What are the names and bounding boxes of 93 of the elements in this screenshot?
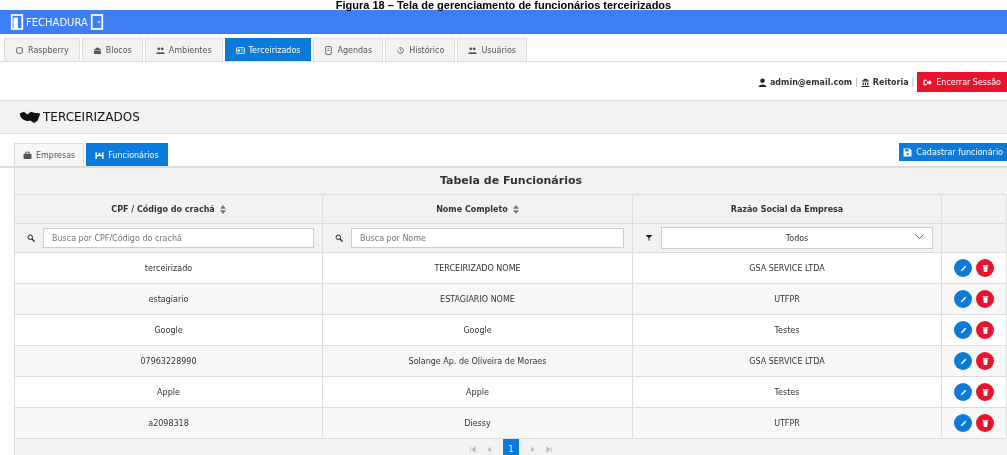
- separator: |: [855, 77, 858, 87]
- table-cell: terceirizado: [15, 253, 323, 284]
- sub-tab[interactable]: Funcionários: [86, 143, 168, 166]
- table-cell: Google: [15, 315, 323, 346]
- id-card-icon: [235, 45, 245, 55]
- door-icon: [89, 14, 104, 30]
- chevron-down-icon: [915, 234, 924, 240]
- trash-icon: [980, 325, 990, 335]
- pencil-icon: [958, 263, 968, 273]
- page-title: TERCEIRIZADOS: [43, 110, 140, 124]
- column-header[interactable]: Nome Completo: [323, 195, 633, 224]
- search-field[interactable]: Busca por Nome: [351, 228, 624, 248]
- pencil-icon: [958, 294, 968, 304]
- figure-caption: Figura 18 – Tela de gerenciamento de funcionários terceirizados: [334, 0, 673, 10]
- trash-icon: [980, 263, 990, 273]
- save-icon: [903, 147, 913, 157]
- nav-tab[interactable]: Terceirizados: [224, 38, 312, 61]
- delete-button[interactable]: [976, 352, 994, 370]
- nav-tab[interactable]: Blocos: [81, 38, 143, 61]
- trash-icon: [980, 294, 990, 304]
- first-page-icon: [469, 445, 476, 453]
- delete-button[interactable]: [976, 290, 994, 308]
- table-cell: UTFPR: [633, 284, 942, 315]
- table-cell: a2098318: [15, 408, 323, 439]
- company-select[interactable]: Todos: [661, 227, 933, 249]
- delete-button[interactable]: [976, 383, 994, 401]
- pencil-icon: [958, 418, 968, 428]
- building-icon: [92, 45, 102, 55]
- sort-icon: [219, 204, 226, 214]
- table-cell: 07963228990: [15, 346, 323, 377]
- table-cell: TERCEIRIZADO NOME: [323, 253, 633, 284]
- worker-icon: [95, 150, 105, 160]
- table-cell: Testes: [633, 377, 942, 408]
- edit-button[interactable]: [954, 352, 972, 370]
- filter-icon: [645, 234, 653, 242]
- nav-tab[interactable]: Agendas: [313, 38, 384, 61]
- people-icon: [155, 45, 165, 55]
- logout-button[interactable]: Encerrar Sessão: [917, 72, 1007, 92]
- institution-icon: [860, 77, 870, 87]
- search-field[interactable]: Busca por CPF/Código do crachá: [43, 228, 314, 248]
- table-cell: Solange Ap. de Oliveira de Moraes: [323, 346, 633, 377]
- table-cell: Apple: [15, 377, 323, 408]
- nav-tab[interactable]: Ambientes: [144, 38, 223, 61]
- page-button[interactable]: 1: [503, 439, 519, 455]
- delete-button[interactable]: [976, 321, 994, 339]
- separator: |: [911, 77, 915, 87]
- pencil-icon: [958, 325, 968, 335]
- sub-tab[interactable]: Empresas: [14, 143, 85, 166]
- table-cell: Google: [323, 315, 633, 346]
- trash-icon: [980, 356, 990, 366]
- door-icon: [10, 14, 24, 30]
- nav-tab[interactable]: Histórico: [385, 38, 456, 61]
- brand-name: FECHADURA: [26, 16, 88, 28]
- edit-button[interactable]: [954, 321, 972, 339]
- previous-page-icon: [486, 445, 493, 453]
- trash-icon: [980, 418, 990, 428]
- edit-button[interactable]: [954, 290, 972, 308]
- chip-icon: [15, 45, 24, 55]
- history-icon: [396, 45, 406, 55]
- create-button[interactable]: Cadastrar funcionário: [899, 143, 1007, 161]
- user-icon: [757, 77, 767, 87]
- table-cell: Testes: [633, 315, 942, 346]
- table-cell: UTFPR: [633, 408, 942, 439]
- table-cell: ESTAGIARIO NOME: [323, 284, 633, 315]
- people-icon: [468, 45, 478, 55]
- book-icon: [324, 45, 334, 55]
- unit-name: Reitoria: [872, 77, 909, 87]
- sort-icon: [512, 204, 519, 214]
- pencil-icon: [958, 356, 968, 366]
- table-cell: GSA SERVICE LTDA: [633, 253, 942, 284]
- table-cell: GSA SERVICE LTDA: [633, 346, 942, 377]
- search-icon: [335, 234, 343, 242]
- last-page-icon: [546, 445, 553, 453]
- delete-button[interactable]: [976, 414, 994, 432]
- next-page-icon: [529, 445, 536, 453]
- column-header[interactable]: Razão Social da Empresa: [633, 195, 942, 224]
- edit-button[interactable]: [954, 259, 972, 277]
- table-title: Tabela de Funcionários: [15, 168, 1007, 195]
- search-icon: [27, 234, 35, 242]
- table-cell: Apple: [323, 377, 633, 408]
- table-cell: estagiario: [15, 284, 323, 315]
- delete-button[interactable]: [976, 259, 994, 277]
- trash-icon: [980, 387, 990, 397]
- pencil-icon: [958, 387, 968, 397]
- column-header[interactable]: CPF / Código do crachá: [15, 195, 323, 224]
- table-cell: Diessy: [323, 408, 633, 439]
- briefcase-icon: [23, 150, 32, 160]
- sign-out-icon: [923, 77, 933, 87]
- edit-button[interactable]: [954, 383, 972, 401]
- user-email: admin@email.com: [769, 77, 853, 87]
- nav-tab[interactable]: Usuários: [457, 38, 527, 61]
- edit-button[interactable]: [954, 414, 972, 432]
- nav-tab[interactable]: Raspberry: [4, 38, 80, 61]
